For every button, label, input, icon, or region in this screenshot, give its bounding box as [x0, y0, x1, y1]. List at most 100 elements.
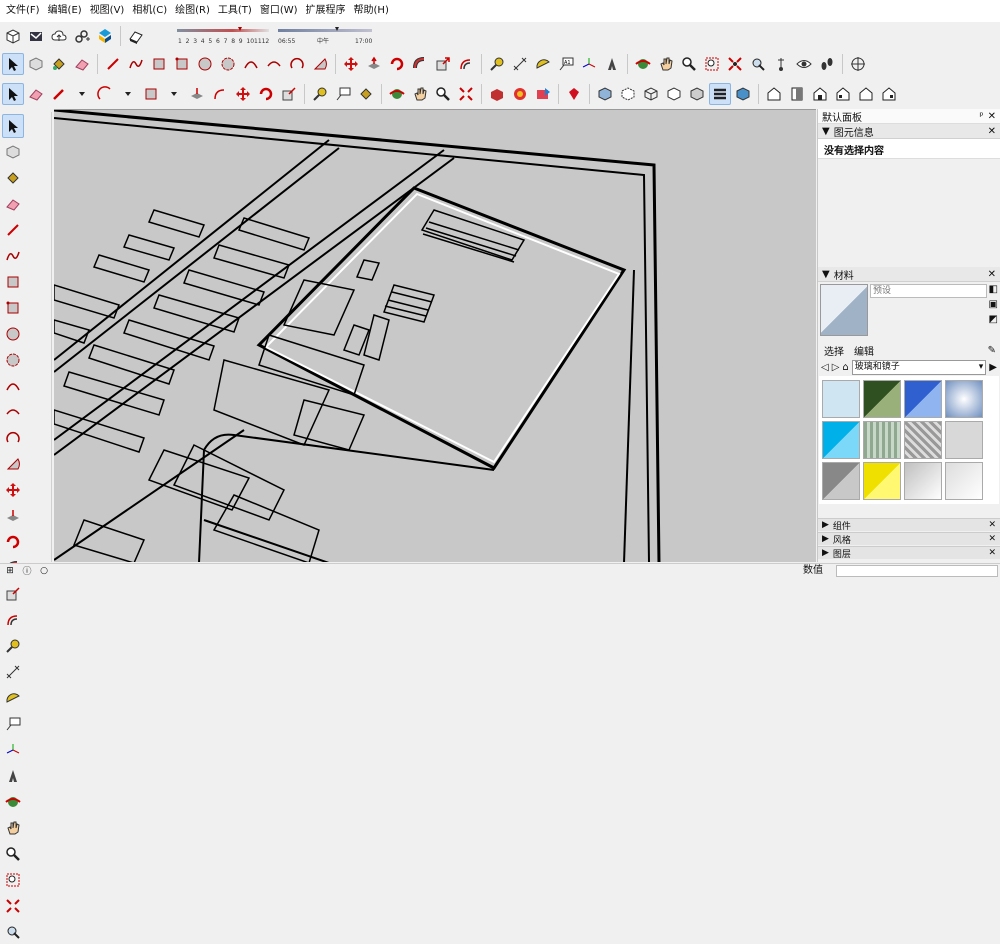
- rotate-icon[interactable]: [255, 83, 277, 105]
- push-pull-icon[interactable]: [363, 53, 385, 75]
- material-swatch[interactable]: [822, 462, 860, 500]
- offset-icon[interactable]: [209, 83, 231, 105]
- close-icon[interactable]: ✕: [988, 548, 996, 558]
- push-pull-icon[interactable]: [2, 504, 24, 528]
- monochrome-style-icon[interactable]: [732, 83, 754, 105]
- move-icon[interactable]: [2, 478, 24, 502]
- orbit-icon[interactable]: [2, 790, 24, 814]
- paint-bucket-icon[interactable]: [355, 83, 377, 105]
- menu-camera[interactable]: 相机(C): [128, 0, 171, 22]
- ruby-console-icon[interactable]: [563, 83, 585, 105]
- 3d-text-icon[interactable]: [601, 53, 623, 75]
- shaded-style-icon[interactable]: [686, 83, 708, 105]
- styles-section[interactable]: ▶ 风格 ✕: [818, 532, 1000, 546]
- xray-style-icon[interactable]: [594, 83, 616, 105]
- dimension-icon[interactable]: [2, 660, 24, 684]
- rotated-rectangle-icon[interactable]: [2, 296, 24, 320]
- eraser-icon[interactable]: [2, 192, 24, 216]
- menu-extensions[interactable]: 扩展程序: [302, 0, 350, 22]
- close-icon[interactable]: ✕: [988, 111, 996, 122]
- position-camera-icon[interactable]: [770, 53, 792, 75]
- menu-edit[interactable]: 编辑(E): [44, 0, 86, 22]
- circle-icon[interactable]: [194, 53, 216, 75]
- upload-cloud-icon[interactable]: [48, 25, 70, 47]
- freehand-icon[interactable]: [125, 53, 147, 75]
- material-swatch[interactable]: [863, 380, 901, 418]
- right-view-icon[interactable]: [832, 83, 854, 105]
- pie-icon[interactable]: [2, 452, 24, 476]
- three-point-arc-icon[interactable]: [286, 53, 308, 75]
- material-swatch[interactable]: [904, 380, 942, 418]
- tape-measure-icon[interactable]: [2, 634, 24, 658]
- 3d-text-icon[interactable]: [2, 764, 24, 788]
- select-tool-icon[interactable]: [2, 53, 24, 75]
- scale-icon[interactable]: [432, 53, 454, 75]
- material-swatch[interactable]: [945, 380, 983, 418]
- iso-view-icon[interactable]: [763, 83, 785, 105]
- freehand-icon[interactable]: [2, 244, 24, 268]
- warehouse-models-icon[interactable]: [486, 83, 508, 105]
- share-model-icon[interactable]: [532, 83, 554, 105]
- eraser-icon[interactable]: [25, 83, 47, 105]
- top-view-icon[interactable]: [786, 83, 808, 105]
- rectangle-icon[interactable]: [148, 53, 170, 75]
- offset-icon[interactable]: [455, 53, 477, 75]
- warehouse-icon[interactable]: [94, 25, 116, 47]
- menu-window[interactable]: 窗口(W): [256, 0, 302, 22]
- rotate-icon[interactable]: [2, 530, 24, 554]
- protractor-icon[interactable]: [2, 686, 24, 710]
- walk-icon[interactable]: [816, 53, 838, 75]
- arc-tool-icon[interactable]: [94, 83, 116, 105]
- zoom-extents-icon[interactable]: [724, 53, 746, 75]
- hidden-line-style-icon[interactable]: [663, 83, 685, 105]
- orbit-icon[interactable]: [386, 83, 408, 105]
- components-section[interactable]: ▶ 组件 ✕: [818, 518, 1000, 532]
- material-swatch[interactable]: [822, 380, 860, 418]
- modeling-viewport[interactable]: [54, 109, 816, 562]
- three-point-arc-icon[interactable]: [2, 426, 24, 450]
- shape-tool-icon[interactable]: [140, 83, 162, 105]
- scale-icon[interactable]: [278, 83, 300, 105]
- line-dropdown-chevron-icon[interactable]: [71, 83, 93, 105]
- look-around-icon[interactable]: [793, 53, 815, 75]
- details-arrow-icon[interactable]: ▶: [989, 362, 997, 373]
- tape-measure-icon[interactable]: [486, 53, 508, 75]
- library-dropdown[interactable]: 玻璃和镜子: [851, 359, 987, 375]
- select-tool-icon[interactable]: [2, 114, 24, 138]
- paint-bucket-icon[interactable]: [48, 53, 70, 75]
- material-swatch[interactable]: [863, 421, 901, 459]
- close-icon[interactable]: ✕: [988, 126, 996, 137]
- material-swatch[interactable]: [863, 462, 901, 500]
- zoom-icon[interactable]: [678, 53, 700, 75]
- select-tool-icon[interactable]: [2, 83, 24, 105]
- sample-paint-icon[interactable]: ◩: [989, 314, 998, 325]
- extension-warehouse-icon[interactable]: [509, 83, 531, 105]
- geolocation-icon[interactable]: ⊞: [3, 565, 17, 577]
- back-edges-style-icon[interactable]: [617, 83, 639, 105]
- material-swatch[interactable]: [904, 421, 942, 459]
- entity-info-header[interactable]: ▼ 图元信息 ✕: [818, 124, 1000, 139]
- eraser-icon[interactable]: [71, 53, 93, 75]
- shadow-sliders[interactable]: 1 2 3 4 5 6 7 8 9 101112 06:55 中午 17:00: [152, 25, 376, 47]
- create-material-icon[interactable]: ▣: [989, 299, 998, 310]
- section-plane-icon[interactable]: [847, 53, 869, 75]
- pan-icon[interactable]: [655, 53, 677, 75]
- layers-section[interactable]: ▶ 图层 ✕: [818, 546, 1000, 560]
- scale-icon[interactable]: [2, 582, 24, 606]
- materials-header[interactable]: ▼ 材料 ✕: [818, 267, 1000, 282]
- follow-me-icon[interactable]: [409, 53, 431, 75]
- pin-icon[interactable]: ᵖ: [979, 111, 983, 122]
- menu-view[interactable]: 视图(V): [86, 0, 129, 22]
- orbit-icon[interactable]: [632, 53, 654, 75]
- tape-measure-icon[interactable]: [309, 83, 331, 105]
- zoom-window-icon[interactable]: [701, 53, 723, 75]
- forward-arrow-icon[interactable]: ▷: [832, 362, 840, 373]
- axes-icon[interactable]: [2, 738, 24, 762]
- text-tool-icon[interactable]: A1: [555, 53, 577, 75]
- display-secondary-icon[interactable]: ◧: [989, 284, 998, 295]
- wireframe-style-icon[interactable]: [640, 83, 662, 105]
- back-view-icon[interactable]: [855, 83, 877, 105]
- line-tool-icon[interactable]: [102, 53, 124, 75]
- push-pull-icon[interactable]: [186, 83, 208, 105]
- pie-icon[interactable]: [309, 53, 331, 75]
